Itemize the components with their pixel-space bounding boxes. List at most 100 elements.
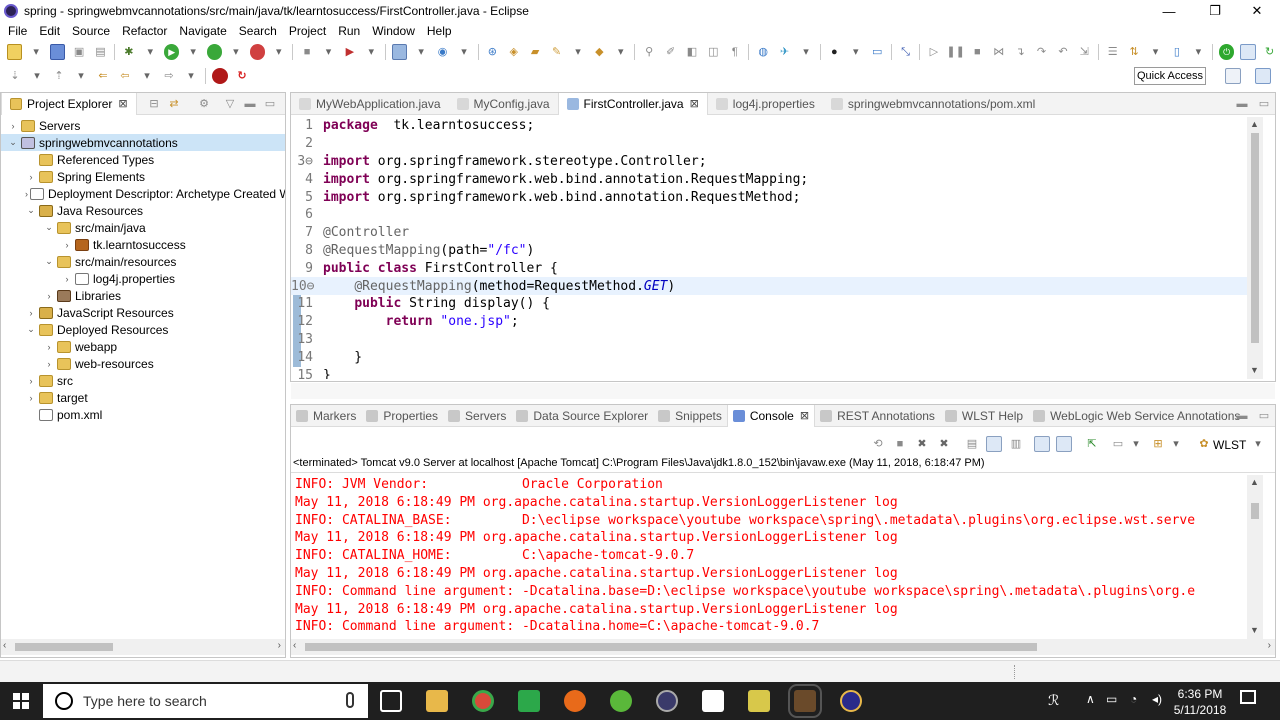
maximize-editor-icon[interactable]: ▭ xyxy=(1256,96,1272,112)
edit-icon[interactable]: ✐ xyxy=(663,44,678,60)
network-icon[interactable]: ◔ xyxy=(1130,692,1137,706)
dropdown-arrow-icon[interactable]: ▾ xyxy=(29,68,45,84)
chrome-icon[interactable] xyxy=(472,690,494,712)
suspend-icon[interactable]: ❚❚ xyxy=(946,44,964,60)
collapsed-arrow-icon[interactable]: › xyxy=(25,393,37,403)
editor-horizontal-scrollbar[interactable] xyxy=(291,383,1275,399)
stop-icon[interactable]: ■ xyxy=(299,44,314,60)
scrollbar-thumb[interactable] xyxy=(1251,133,1259,343)
next-edit-icon[interactable]: ⇣ xyxy=(7,68,23,84)
scroll-up-icon[interactable]: ▲ xyxy=(1250,119,1259,129)
collapsed-arrow-icon[interactable]: › xyxy=(61,240,73,250)
print-icon[interactable]: ▤ xyxy=(93,44,108,60)
drop-frame-icon[interactable]: ⇲ xyxy=(1077,44,1092,60)
save-icon[interactable] xyxy=(49,44,66,60)
globe-icon[interactable]: ◍ xyxy=(755,44,770,60)
redhat-icon[interactable] xyxy=(212,68,228,84)
tree-item[interactable]: › JavaScript Resources xyxy=(1,304,285,321)
collapsed-arrow-icon[interactable]: › xyxy=(43,359,55,369)
menu-window[interactable]: Window xyxy=(366,24,421,38)
minimize-editor-icon[interactable]: ▬ xyxy=(1234,96,1250,112)
menu-refactor[interactable]: Refactor xyxy=(116,24,173,38)
resume-icon[interactable]: ▷ xyxy=(926,44,941,60)
tree-item[interactable]: › Servers xyxy=(1,117,285,134)
expanded-arrow-icon[interactable]: ⌄ xyxy=(43,256,55,267)
close-tab-icon[interactable]: ⊠ xyxy=(118,97,127,110)
menu-navigate[interactable]: Navigate xyxy=(173,24,232,38)
console-horizontal-scrollbar[interactable]: ‹ › xyxy=(291,639,1275,655)
dropdown-arrow-icon[interactable]: ▾ xyxy=(183,68,199,84)
previous-edit-icon[interactable]: ⇡ xyxy=(51,68,67,84)
volume-icon[interactable]: ◂) xyxy=(1152,692,1162,706)
collapsed-arrow-icon[interactable]: › xyxy=(25,172,37,182)
save-all-icon[interactable]: ▣ xyxy=(71,44,86,60)
menu-project[interactable]: Project xyxy=(283,24,332,38)
expanded-arrow-icon[interactable]: ⌄ xyxy=(25,324,37,335)
editor-tab[interactable]: MyConfig.java xyxy=(449,93,558,115)
forward-icon[interactable]: ⇨ xyxy=(161,68,177,84)
tree-item[interactable]: › tk.learntosuccess xyxy=(1,236,285,253)
dropdown-arrow-icon[interactable]: ▾ xyxy=(1191,44,1206,60)
word-wrap-icon[interactable]: ▥ xyxy=(1008,436,1024,452)
collapsed-arrow-icon[interactable]: › xyxy=(7,121,19,131)
console-vertical-scrollbar[interactable]: ▲ ▼ xyxy=(1247,475,1263,639)
toggle-mark-icon[interactable]: ◧ xyxy=(684,44,699,60)
collapsed-arrow-icon[interactable]: › xyxy=(61,274,73,284)
dropdown-arrow-icon[interactable]: ▾ xyxy=(798,44,813,60)
terminate-console-icon[interactable]: ■ xyxy=(892,436,908,452)
dropdown-arrow-icon[interactable]: ▾ xyxy=(364,44,379,60)
windows-start-icon[interactable] xyxy=(13,693,29,709)
dropdown-arrow-icon[interactable]: ▾ xyxy=(1168,436,1184,452)
people-icon[interactable]: ℛ xyxy=(1048,692,1059,709)
green-app-icon[interactable] xyxy=(610,690,632,712)
dropdown-arrow-icon[interactable]: ▾ xyxy=(143,44,158,60)
spring-tool-suite-icon[interactable] xyxy=(840,690,862,712)
scroll-down-icon[interactable]: ▼ xyxy=(1250,625,1259,635)
taskbar-search-box[interactable]: Type here to search xyxy=(43,684,368,718)
debug-icon[interactable]: ✱ xyxy=(121,44,136,60)
dropdown-arrow-icon[interactable]: ▾ xyxy=(139,68,155,84)
link-with-editor-icon[interactable]: ⇄ xyxy=(166,96,182,112)
tree-item[interactable]: ⌄ Deployed Resources xyxy=(1,321,285,338)
clear-console-icon[interactable]: ▤ xyxy=(964,436,980,452)
dropdown-arrow-icon[interactable]: ▾ xyxy=(28,44,43,60)
eclipse-taskbar-icon[interactable] xyxy=(656,690,678,712)
scrollbar-thumb[interactable] xyxy=(15,643,113,651)
microphone-icon[interactable] xyxy=(346,692,354,708)
refresh-icon[interactable]: ↻ xyxy=(1262,44,1277,60)
maximize-console-icon[interactable]: ▭ xyxy=(1256,408,1272,424)
tree-item[interactable]: ⌄ Java Resources xyxy=(1,202,285,219)
next-annotation-icon[interactable]: ⇅ xyxy=(1126,44,1141,60)
tree-item[interactable]: pom.xml xyxy=(1,406,285,423)
editor-tab[interactable]: MyWebApplication.java xyxy=(291,93,449,115)
disconnect-icon[interactable]: ⋈ xyxy=(991,44,1006,60)
collapsed-arrow-icon[interactable]: › xyxy=(25,376,37,386)
toggle-block-icon[interactable]: ◫ xyxy=(706,44,721,60)
dropdown-arrow-icon[interactable]: ▾ xyxy=(321,44,336,60)
file-explorer-icon[interactable] xyxy=(426,690,448,712)
show-on-stderr-icon[interactable] xyxy=(1056,436,1072,452)
open-folder-icon[interactable]: ▰ xyxy=(527,44,542,60)
dropdown-arrow-icon[interactable]: ▾ xyxy=(1128,436,1144,452)
bottom-tab[interactable]: WebLogic Web Service Annotations xyxy=(1028,405,1245,427)
new-java-class-icon[interactable]: ◉ xyxy=(435,44,450,60)
back-history-icon[interactable]: ▯ xyxy=(1169,44,1184,60)
minimize-button[interactable]: — xyxy=(1146,0,1192,22)
close-window-button[interactable]: ✕ xyxy=(1234,0,1280,22)
filter-icon[interactable]: ⚙ xyxy=(196,96,212,112)
show-hidden-icons-icon[interactable]: ∧ xyxy=(1086,692,1095,706)
scroll-down-icon[interactable]: ▼ xyxy=(1250,365,1259,375)
close-tab-icon[interactable]: ⊠ xyxy=(800,409,809,422)
notepad-icon[interactable] xyxy=(702,690,724,712)
scroll-left-icon[interactable]: ‹ xyxy=(3,640,6,651)
code-editor[interactable]: 1 package tk.learntosuccess; 2 3⊖ import org… xyxy=(291,117,1251,379)
remove-terminated-icon[interactable]: ✖ xyxy=(914,436,930,452)
tree-item[interactable]: › webapp xyxy=(1,338,285,355)
tree-item[interactable]: › src xyxy=(1,372,285,389)
scrollbar-thumb[interactable] xyxy=(305,643,1037,651)
battery-icon[interactable]: ▭ xyxy=(1106,692,1117,706)
bottom-tab[interactable]: Console ⊠ xyxy=(726,404,816,427)
scroll-right-icon[interactable]: › xyxy=(278,640,281,651)
menu-search[interactable]: Search xyxy=(233,24,283,38)
expanded-arrow-icon[interactable]: ⌄ xyxy=(43,222,55,233)
